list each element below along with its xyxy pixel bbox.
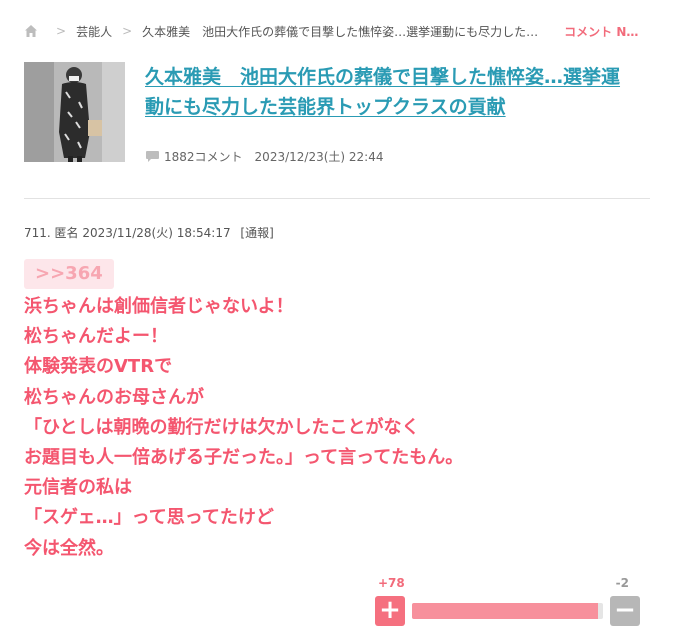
article-title-line2: 動にも尽力した芸能界トップクラスの貢献 [145,96,506,118]
vote-widget: +78 -2 + − [375,576,640,628]
comment-line: 「スゲェ…」って思ってたけど [24,507,274,529]
minus-vote-button[interactable]: − [610,596,640,626]
comment-line: 元信者の私は [24,477,132,499]
article-date: 2023/12/23(土) 22:44 [254,150,384,164]
article-meta: 1882コメント 2023/12/23(土) 22:44 [145,148,383,165]
vote-ratio-bar [412,603,603,619]
comment-count: 1882コメント [164,150,243,164]
comment-line: 今は全然。 [24,537,114,559]
comment-number-author-date: 711. 匿名 2023/11/28(火) 18:54:17 [24,226,231,240]
reply-anchor-link[interactable]: >>364 [24,259,114,289]
comment-header: 711. 匿名 2023/11/28(火) 18:54:17 [通報] [24,224,274,241]
article-card: 久本雅美 池田大作氏の葬儀で目撃した憔悴姿…選挙運 動にも尽力した芸能界トップク… [24,62,654,166]
comment-line: 松ちゃんのお母さんが [24,386,204,408]
breadcrumb: > 芸能人 > 久本雅美 池田大作氏の葬儀で目撃した憔悴姿…選挙運動にも尽力した… [24,20,654,42]
comment-body: 浜ちゃんは創価信者じゃないよ！ 松ちゃんだよー！ 体験発表のVTRで 松ちゃんの… [24,292,654,564]
breadcrumb-current-topic[interactable]: 久本雅美 池田大作氏の葬儀で目撃した憔悴姿…選挙運動にも尽力した芸… [142,23,542,40]
comment-line: 体験発表のVTRで [24,356,173,378]
comment-line: 「ひとしは朝晩の勤行だけは欠かしたことがなく [24,416,420,438]
plus-vote-button[interactable]: + [375,596,405,626]
chevron-right-icon: > [122,24,133,38]
chat-bubble-icon [146,151,159,162]
minus-vote-count: -2 [615,576,629,590]
comment-line: 浜ちゃんは創価信者じゃないよ！ [24,296,294,317]
divider [24,198,650,199]
person-photo-icon [24,62,125,162]
article-thumbnail[interactable] [24,62,125,162]
article-title-link[interactable]: 久本雅美 池田大作氏の葬儀で目撃した憔悴姿…選挙運 動にも尽力した芸能界トップク… [145,62,650,122]
report-link[interactable]: [通報] [240,226,273,240]
vote-ratio-fill [412,603,599,619]
comment-line: お題目も人一倍あげる子だった。」って言ってたもん。 [24,447,464,469]
home-icon[interactable] [24,24,38,38]
comment-line: 松ちゃんだよー！ [24,326,168,348]
chevron-right-icon: > [56,24,67,38]
plus-vote-count: +78 [378,576,405,590]
article-title-line1: 久本雅美 池田大作氏の葬儀で目撃した憔悴姿…選挙運 [145,66,621,88]
breadcrumb-category-link[interactable]: 芸能人 [76,23,112,40]
breadcrumb-comment-link[interactable]: コメント N… [564,23,638,40]
